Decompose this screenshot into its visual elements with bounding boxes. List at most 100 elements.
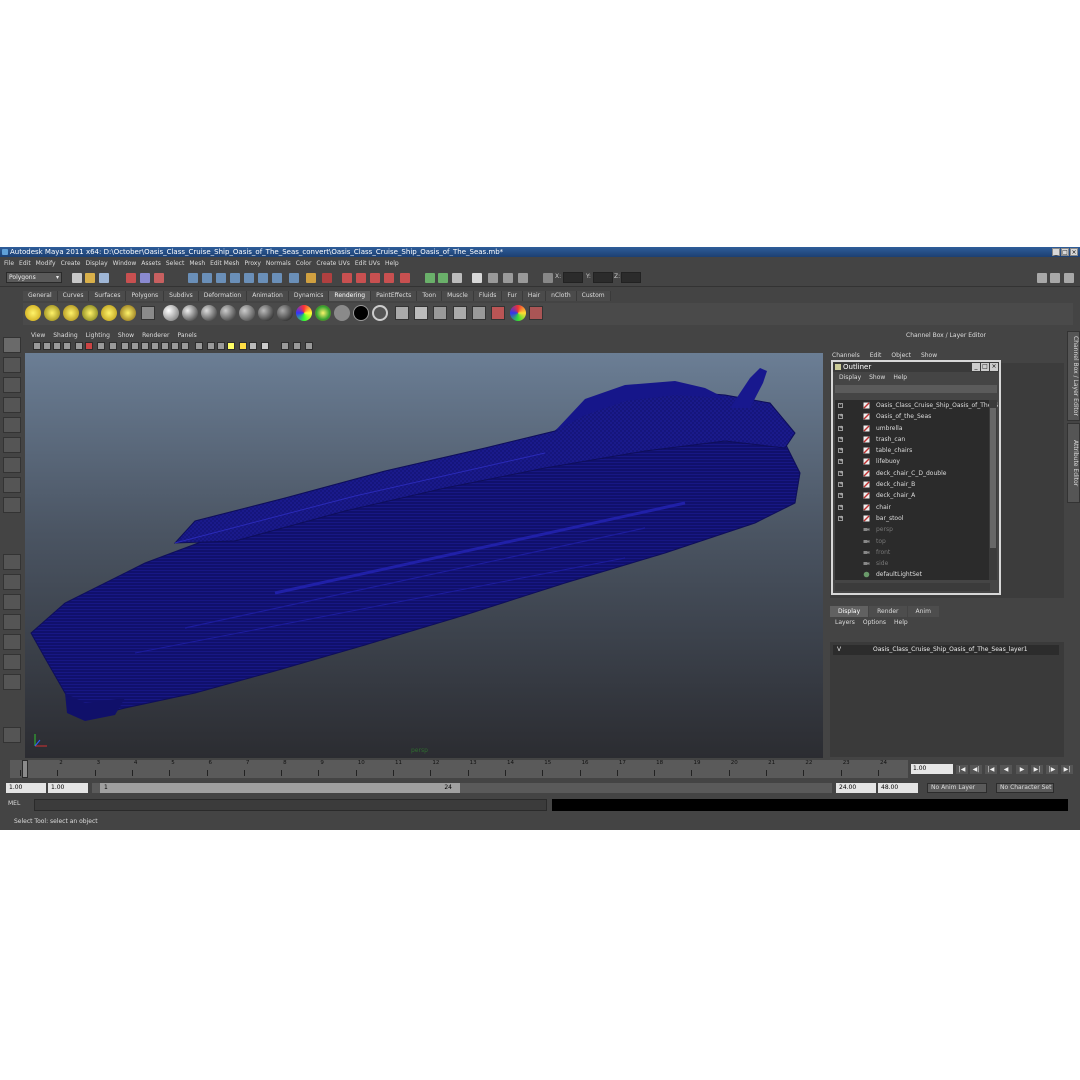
persp-graph-layout-icon[interactable] (3, 614, 21, 630)
snap-point-icon[interactable] (216, 273, 226, 283)
xray-icon[interactable] (181, 342, 189, 350)
ramp-shader-icon[interactable] (277, 305, 293, 321)
mel-label[interactable]: MEL (8, 800, 20, 807)
tools-icon[interactable] (305, 342, 313, 350)
render-settings-shelf-icon[interactable] (453, 306, 467, 320)
panel-menu-renderer[interactable]: Renderer (142, 331, 169, 341)
ambient-light-icon[interactable] (25, 305, 41, 321)
outliner-maximize-button[interactable]: □ (981, 363, 989, 371)
wireframe-icon[interactable] (151, 342, 159, 350)
perspective-viewport[interactable]: persp (25, 353, 823, 758)
save-scene-icon[interactable] (99, 273, 109, 283)
point-light-icon[interactable] (63, 305, 79, 321)
snap-grid-icon[interactable] (188, 273, 198, 283)
expand-toggle-icon[interactable]: + (838, 425, 843, 431)
render-view-icon[interactable] (400, 273, 410, 283)
camera-attributes-icon[interactable] (43, 342, 51, 350)
shelf-tab-surfaces[interactable]: Surfaces (89, 291, 127, 301)
outliner-vertical-scrollbar[interactable] (989, 400, 997, 580)
play-backwards-button[interactable]: ◀ (1000, 765, 1012, 774)
render-current-icon[interactable] (342, 273, 352, 283)
shelf-tab-custom[interactable]: Custom (576, 291, 611, 301)
film-gate-icon[interactable] (85, 342, 93, 350)
lock-icon[interactable] (306, 273, 316, 283)
time-slider[interactable]: 123456789101112131415161718192021222324 (10, 760, 908, 778)
input-ops-icon[interactable] (272, 273, 282, 283)
persp-texture-layout-icon[interactable] (3, 654, 21, 670)
symmetry-icon[interactable] (503, 273, 513, 283)
layer-menu-options[interactable]: Options (863, 618, 886, 628)
open-scene-icon[interactable] (85, 273, 95, 283)
transform-mode-icon[interactable] (543, 273, 553, 283)
shelf-tab-subdivs[interactable]: Subdivs (164, 291, 199, 301)
toggle-attribute-editor-icon[interactable] (1037, 273, 1047, 283)
command-input[interactable] (34, 799, 547, 811)
menu-create[interactable]: Create (61, 260, 86, 267)
animation-start-field[interactable]: 1.00 (6, 783, 46, 793)
select-object-icon[interactable] (140, 273, 150, 283)
outliner-item[interactable]: + deck_chair_A (835, 490, 990, 501)
expand-toggle-icon[interactable]: + (838, 436, 843, 442)
menu-display[interactable]: Display (86, 260, 113, 267)
use-all-lights-icon[interactable] (227, 342, 235, 350)
step-forward-key-button[interactable]: |▶ (1046, 765, 1058, 774)
panel-menu-show[interactable]: Show (118, 331, 134, 341)
expand-toggle-icon[interactable]: + (838, 493, 843, 499)
input-mode-icon[interactable] (438, 273, 448, 283)
phong-shader-icon[interactable] (220, 305, 236, 321)
panel-menu-shading[interactable]: Shading (53, 331, 77, 341)
outliner-item[interactable]: + table_chairs (835, 445, 990, 456)
layer-menu-layers[interactable]: Layers (835, 618, 855, 628)
expand-toggle-icon[interactable]: + (838, 482, 843, 488)
snap-surface-icon[interactable] (244, 273, 254, 283)
isolate-select-icon[interactable] (261, 342, 269, 350)
history-icon[interactable] (258, 273, 268, 283)
create-render-node-icon[interactable] (395, 306, 409, 320)
paint-select-tool-icon[interactable] (3, 377, 21, 393)
minimize-button[interactable]: _ (1052, 248, 1060, 256)
expand-toggle-icon[interactable]: + (838, 470, 843, 476)
new-scene-icon[interactable] (72, 273, 82, 283)
outliner-item[interactable]: top (835, 536, 990, 547)
select-tool-icon[interactable] (3, 337, 21, 353)
menu-edit-mesh[interactable]: Edit Mesh (210, 260, 244, 267)
image-plane-icon[interactable] (63, 342, 71, 350)
current-time-marker[interactable] (22, 760, 28, 778)
outliner-menu-help[interactable]: Help (893, 372, 907, 383)
select-component-icon[interactable] (154, 273, 164, 283)
hypershade-icon[interactable] (384, 273, 394, 283)
paint-tool-icon[interactable] (529, 306, 543, 320)
layer-visibility-toggle[interactable]: V (837, 645, 841, 655)
outliner-horizontal-scrollbar[interactable] (835, 583, 990, 591)
expand-toggle-icon[interactable]: - (838, 403, 843, 408)
panel-menu-view[interactable]: View (31, 331, 45, 341)
outliner-item[interactable]: + chair (835, 502, 990, 513)
expand-toggle-icon[interactable]: + (838, 448, 843, 454)
side-tab-channel-box[interactable]: Channel Box / Layer Editor (1067, 331, 1080, 421)
outliner-item[interactable]: + umbrella (835, 423, 990, 434)
use-background-icon[interactable] (334, 305, 350, 321)
outliner-menu-show[interactable]: Show (869, 372, 885, 383)
character-set-select[interactable]: No Character Set (996, 783, 1054, 793)
menu-modify[interactable]: Modify (36, 260, 61, 267)
shelf-tab-curves[interactable]: Curves (57, 291, 90, 301)
show-manipulator-icon[interactable] (3, 497, 21, 513)
surface-shader-icon[interactable] (315, 305, 331, 321)
volume-light-icon[interactable] (120, 305, 136, 321)
high-quality-icon[interactable] (249, 342, 257, 350)
magnet-icon[interactable] (322, 273, 332, 283)
xray-joints-icon[interactable] (195, 342, 203, 350)
display-layer-icon[interactable] (293, 342, 301, 350)
smooth-shade-icon[interactable] (161, 342, 169, 350)
rotate-tool-icon[interactable] (3, 417, 21, 433)
shelf-tab-hair[interactable]: Hair (522, 291, 547, 301)
outliner-item[interactable]: front (835, 547, 990, 558)
snap-plane-icon[interactable] (230, 273, 240, 283)
step-forward-frame-button[interactable]: ▶| (1031, 765, 1043, 774)
menu-create-uvs[interactable]: Create UVs (316, 260, 354, 267)
menu-assets[interactable]: Assets (141, 260, 166, 267)
layer-tab-render[interactable]: Render (869, 606, 907, 617)
outliner-menu-display[interactable]: Display (839, 372, 861, 383)
play-forwards-button[interactable]: ▶ (1016, 765, 1028, 774)
maximize-button[interactable]: □ (1061, 248, 1069, 256)
